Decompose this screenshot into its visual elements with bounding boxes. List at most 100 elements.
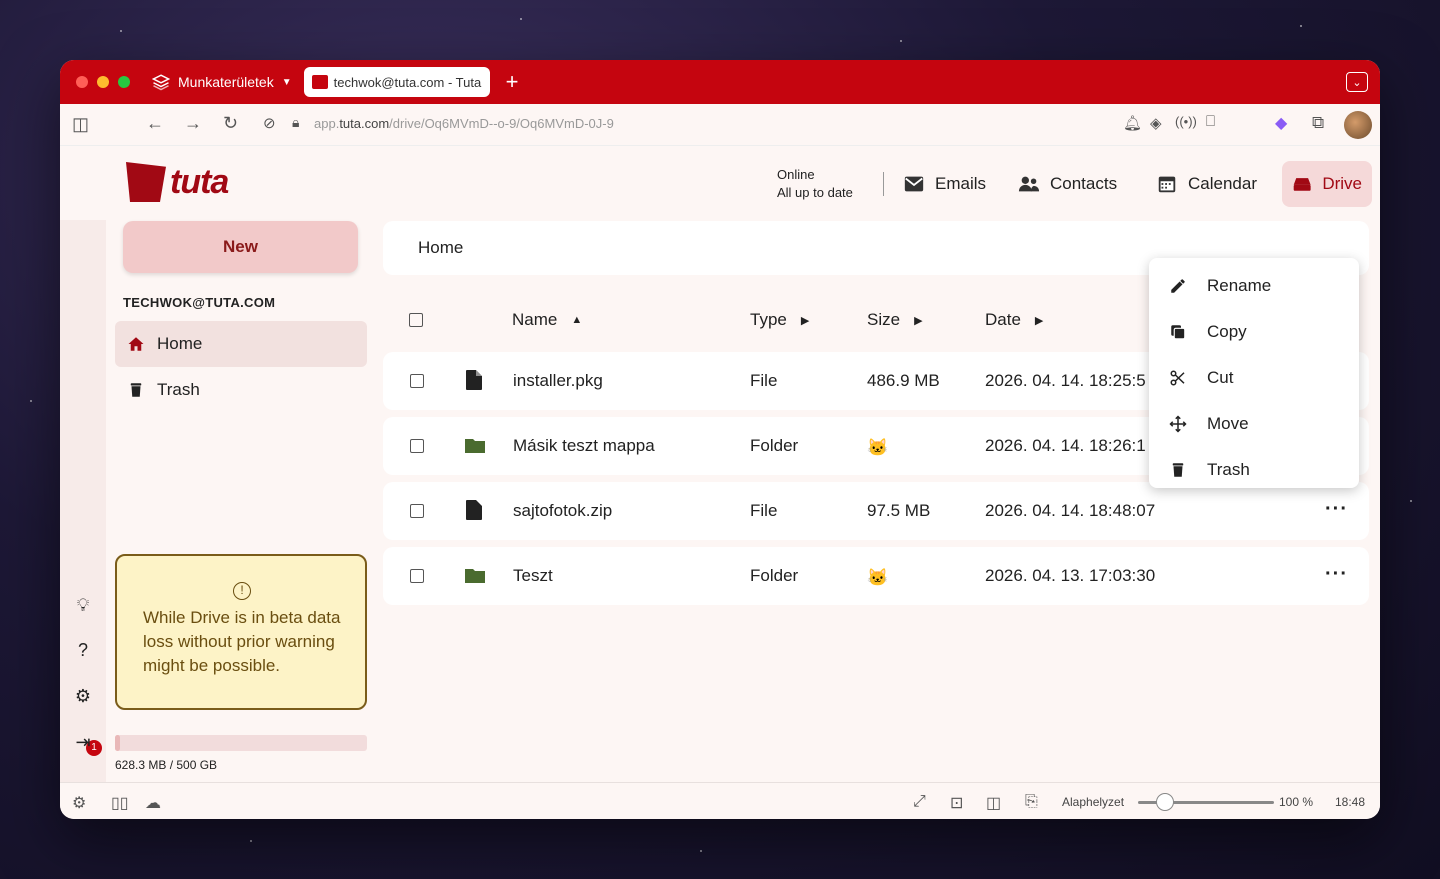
resize-icon[interactable]: ⤢ — [913, 793, 926, 811]
left-rail: 💡︎ 1 ? ⚙ ⇥ — [60, 220, 106, 782]
cloud-icon[interactable]: ☁ — [145, 793, 161, 813]
context-menu: Rename Copy Cut Move Trash — [1149, 258, 1359, 488]
menu-item-label: Trash — [1207, 460, 1250, 479]
table-row[interactable]: Teszt Folder 🐱 2026. 04. 13. 17:03:30 ··… — [383, 547, 1369, 605]
zoom-reset-button[interactable]: Alaphelyzet — [1062, 795, 1124, 809]
broadcast-icon[interactable]: ((•)) — [1175, 114, 1197, 129]
column-date-label: Date — [985, 310, 1021, 329]
tab-list-button[interactable]: ⌄ — [1346, 72, 1368, 92]
sidebar-item-label: Home — [157, 334, 203, 353]
maximize-window-button[interactable] — [118, 76, 130, 88]
copy-icon — [1171, 325, 1186, 340]
row-checkbox[interactable] — [410, 374, 424, 388]
menu-item-label: Move — [1207, 414, 1249, 433]
nav-drive-label: Drive — [1322, 174, 1362, 193]
url-field[interactable]: app.tuta.com/drive/Oq6MVmD--o-9/Oq6MVmD-… — [314, 116, 614, 131]
puzzle-icon[interactable]: ⧉ — [1312, 113, 1324, 133]
menu-item-cut[interactable]: Cut — [1149, 355, 1359, 401]
calendar-icon — [1158, 176, 1176, 193]
home-icon — [128, 337, 144, 351]
back-arrow-icon[interactable]: ← — [146, 113, 164, 134]
browser-tab[interactable]: techwok@tuta.com - Tuta — [303, 67, 490, 97]
caret-down-icon: ▼ — [281, 76, 292, 88]
more-actions-button[interactable]: ··· — [1325, 498, 1348, 521]
eye-icon[interactable]: ◈ — [1150, 114, 1162, 132]
reload-icon[interactable]: ↻ — [223, 113, 238, 134]
row-checkbox[interactable] — [410, 504, 424, 518]
sort-by-type[interactable]: Type ▶ — [750, 310, 809, 330]
menu-item-trash[interactable]: Trash — [1149, 447, 1359, 493]
sort-by-name[interactable]: Name ▲ — [512, 310, 582, 330]
contacts-icon — [1018, 176, 1040, 192]
tracking-shield-icon[interactable]: ⊘ — [263, 114, 276, 132]
forward-arrow-icon[interactable]: → — [184, 113, 202, 134]
more-actions-button[interactable]: ··· — [1325, 563, 1348, 586]
nav-contacts[interactable]: Contacts — [1008, 161, 1127, 207]
page-actions-icon[interactable]: ⎘ — [1025, 793, 1038, 811]
browser-status-bar: ⚙ ▯▯ ☁ ⤢ ⊡ ◫ ⎘ Alaphelyzet 100 % 18:48 — [60, 782, 1380, 819]
profile-avatar[interactable] — [1344, 111, 1372, 139]
divider — [883, 172, 884, 196]
file-name[interactable]: Teszt — [513, 566, 553, 586]
extension-lock-icon[interactable]: ◆ — [1275, 113, 1287, 133]
settings-gear-icon[interactable]: ⚙ — [72, 793, 86, 813]
menu-item-move[interactable]: Move — [1149, 401, 1359, 447]
nav-emails-label: Emails — [935, 174, 987, 193]
move-arrows-icon — [1169, 415, 1187, 433]
tuta-logo[interactable]: tuta — [126, 162, 229, 202]
storage-usage-text: 628.3 MB / 500 GB — [115, 758, 218, 772]
bell-icon[interactable]: 🔔︎ — [1123, 114, 1142, 132]
new-tab-button[interactable]: + — [506, 71, 519, 93]
mail-icon — [904, 176, 924, 192]
help-icon[interactable]: ? — [74, 641, 92, 659]
menu-item-rename[interactable]: Rename — [1149, 263, 1359, 309]
nav-drive[interactable]: Drive — [1282, 161, 1372, 207]
file-type: Folder — [750, 566, 799, 585]
folder-size-placeholder: 🐱 — [867, 438, 889, 457]
tab-title: techwok@tuta.com - Tuta — [333, 74, 482, 90]
url-path: /drive/Oq6MVmD--o-9/Oq6MVmD-0J-9 — [389, 116, 614, 131]
workspaces-menu[interactable]: Munkaterületek ▼ — [152, 73, 292, 91]
row-checkbox[interactable] — [410, 569, 424, 583]
logo-text: tuta — [170, 162, 229, 201]
status-sync: All up to date — [777, 185, 853, 200]
file-name[interactable]: sajtofotok.zip — [513, 501, 612, 521]
lightbulb-icon[interactable]: 💡︎ — [74, 596, 92, 614]
sort-by-size[interactable]: Size ▶ — [867, 310, 923, 330]
file-name[interactable]: Másik teszt mappa — [513, 436, 655, 456]
nav-calendar[interactable]: Calendar — [1146, 161, 1267, 207]
panels-icon[interactable]: ▯▯ — [111, 793, 129, 813]
folder-size-placeholder: 🐱 — [867, 568, 889, 587]
sidebar-item-home[interactable]: Home — [115, 321, 367, 367]
url-domain: tuta.com — [339, 116, 390, 131]
close-window-button[interactable] — [76, 76, 88, 88]
sidebar-toggle-icon[interactable]: ◫ — [72, 114, 89, 135]
menu-item-copy[interactable]: Copy — [1149, 309, 1359, 355]
column-size-label: Size — [867, 310, 901, 329]
row-checkbox[interactable] — [410, 439, 424, 453]
new-button[interactable]: New — [123, 221, 358, 273]
settings-gear-icon[interactable]: ⚙ — [74, 687, 92, 705]
menu-item-label: Copy — [1207, 322, 1247, 341]
logout-icon[interactable]: ⇥ — [74, 733, 92, 751]
caret-up-icon: ▲ — [571, 314, 583, 326]
layers-icon — [152, 74, 170, 91]
beta-warning-text: While Drive is in beta data loss without… — [143, 608, 341, 675]
sidebar-item-trash[interactable]: Trash — [115, 367, 367, 413]
select-all-checkbox[interactable] — [409, 313, 423, 327]
minimize-window-button[interactable] — [97, 76, 109, 88]
caret-right-icon: ▶ — [1034, 314, 1044, 327]
column-type-label: Type — [750, 310, 787, 329]
tuta-logo-mark-icon — [126, 162, 166, 202]
sort-by-date[interactable]: Date ▶ — [985, 310, 1043, 330]
screenshot-icon[interactable]: ⊡ — [950, 793, 963, 813]
nav-emails[interactable]: Emails — [893, 161, 996, 207]
breadcrumb-home[interactable]: Home — [418, 238, 463, 258]
bookmark-icon[interactable]: ⎕ — [1206, 113, 1215, 130]
nav-calendar-label: Calendar — [1188, 174, 1257, 193]
file-name[interactable]: installer.pkg — [513, 371, 603, 391]
split-view-icon[interactable]: ◫ — [986, 793, 1001, 813]
trash-icon — [130, 383, 142, 397]
zoom-slider-thumb[interactable] — [1156, 793, 1174, 811]
lock-icon[interactable]: 🔒︎ — [292, 114, 299, 131]
